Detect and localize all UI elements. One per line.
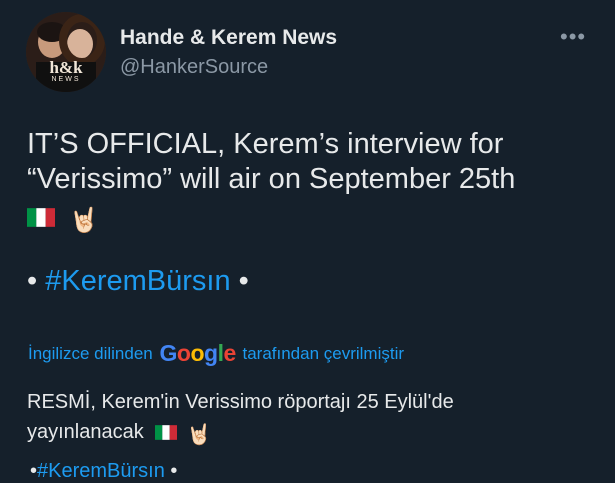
tweet-text: IT’S OFFICIAL, Kerem’s interview for “Ve…	[27, 127, 597, 238]
translation-prefix: İngilizce dilinden	[28, 344, 153, 363]
bullet-left: •	[30, 460, 38, 482]
author-handle[interactable]: @HankerSource	[120, 56, 268, 79]
google-logo: Google	[159, 340, 236, 366]
italy-flag-icon	[155, 425, 178, 440]
bullet-right: •	[164, 460, 178, 482]
tweet-hashtag-line: • #KeremBürsın •	[27, 265, 249, 298]
avatar-logo-sub: NEWS	[51, 76, 81, 83]
translation-line-2: yayınlanacak 🤘🏻	[27, 417, 597, 450]
google-letter: o	[176, 340, 191, 366]
bullet-right: •	[230, 265, 249, 297]
google-letter: e	[223, 340, 236, 366]
hashtag-link[interactable]: #KeremBürsın	[45, 265, 230, 297]
google-letter: G	[159, 340, 177, 366]
rock-hand-emoji-icon: 🤘🏻	[186, 424, 212, 446]
google-letter: o	[190, 340, 204, 366]
google-letter: g	[204, 340, 218, 366]
rock-hand-emoji-icon: 🤘🏻	[69, 207, 99, 234]
tweet-line-2: “Verissimo” will air on September 25th	[27, 163, 516, 195]
translated-hashtag-line: •#KeremBürsın •	[30, 460, 177, 483]
bullet-left: •	[27, 265, 46, 297]
author-name[interactable]: Hande & Kerem News	[120, 26, 337, 50]
translation-suffix: tarafından çevrilmiştir	[242, 344, 405, 363]
italy-flag-icon	[27, 208, 55, 227]
tweet-line-1: IT’S OFFICIAL, Kerem’s interview for	[27, 128, 504, 160]
translated-text: RESMİ, Kerem'in Verissimo röportajı 25 E…	[27, 387, 597, 450]
translation-line-1: RESMİ, Kerem'in Verissimo röportajı 25 E…	[27, 391, 454, 413]
avatar-logo: h&k	[49, 58, 83, 77]
more-options-icon[interactable]: •••	[560, 24, 586, 50]
translation-line-2-text: yayınlanacak	[27, 421, 144, 443]
tweet-emoji-line: 🤘🏻	[27, 199, 597, 238]
translated-hashtag-link[interactable]: #KeremBürsın	[37, 460, 165, 482]
translated-by-google-link[interactable]: İngilizce dilinden Google tarafından çev…	[28, 340, 404, 367]
avatar[interactable]: h&k NEWS	[26, 12, 106, 92]
